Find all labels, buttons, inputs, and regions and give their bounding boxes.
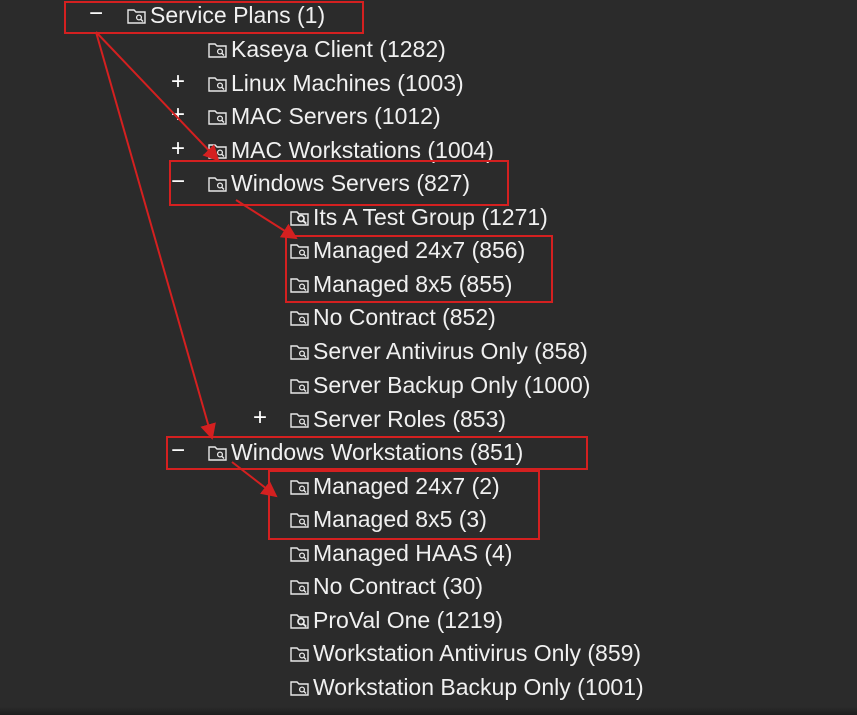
node-label: MAC Workstations (1004) (231, 137, 494, 163)
collapse-toggle[interactable]: − (86, 0, 106, 28)
folder-search-icon (290, 310, 310, 326)
folder-search-icon (290, 412, 310, 428)
node-label: Managed HAAS (4) (313, 540, 513, 566)
arrow-to-servers-managed (235, 199, 298, 240)
arrow-to-windows-servers (95, 31, 220, 162)
arrow-to-workstations-managed (231, 461, 278, 498)
tree-node-windows-workstations[interactable]: Windows Workstations (851) (208, 437, 523, 467)
folder-search-icon (290, 243, 310, 259)
collapse-toggle[interactable]: − (168, 437, 188, 465)
folder-magnify-icon (290, 613, 310, 629)
node-label: Managed 8x5 (3) (313, 506, 487, 532)
tree-node-managed-haas[interactable]: Managed HAAS (4) (290, 538, 512, 568)
tree-node-mac-workstations[interactable]: MAC Workstations (1004) (208, 135, 494, 165)
folder-search-icon (127, 8, 147, 24)
bottom-edge (0, 707, 857, 715)
tree-node-windows-servers[interactable]: Windows Servers (827) (208, 168, 470, 198)
node-label: Server Backup Only (1000) (313, 372, 591, 398)
tree-node-managed-8x5[interactable]: Managed 8x5 (855) (290, 269, 512, 299)
expand-toggle[interactable]: + (168, 135, 188, 163)
tree-node-its-a-test-group[interactable]: Its A Test Group (1271) (290, 202, 548, 232)
node-label: Service Plans (1) (150, 2, 326, 28)
folder-magnify-icon (290, 210, 310, 226)
node-label: ProVal One (1219) (313, 607, 504, 633)
folder-search-icon (290, 546, 310, 562)
node-label: Managed 24x7 (856) (313, 237, 526, 263)
tree-node-server-roles[interactable]: Server Roles (853) (290, 404, 506, 434)
tree-node-workstation-antivirus-only[interactable]: Workstation Antivirus Only (859) (290, 638, 641, 668)
folder-search-icon (208, 143, 228, 159)
tree-node-kaseya-client[interactable]: Kaseya Client (1282) (208, 34, 446, 64)
tree-node-linux-machines[interactable]: Linux Machines (1003) (208, 68, 464, 98)
node-label: Managed 24x7 (2) (313, 473, 500, 499)
folder-search-icon (290, 277, 310, 293)
folder-search-icon (290, 378, 310, 394)
folder-search-icon (290, 680, 310, 696)
node-label: Managed 8x5 (855) (313, 271, 513, 297)
folder-search-icon (290, 646, 310, 662)
tree-node-ws-managed-24x7[interactable]: Managed 24x7 (2) (290, 471, 500, 501)
expand-toggle[interactable]: + (250, 404, 270, 432)
tree-node-workstation-backup-only[interactable]: Workstation Backup Only (1001) (290, 672, 644, 702)
node-label: Server Antivirus Only (858) (313, 338, 588, 364)
node-label: Its A Test Group (1271) (313, 204, 548, 230)
tree-node-managed-24x7[interactable]: Managed 24x7 (856) (290, 235, 525, 265)
tree-node-proval-one[interactable]: ProVal One (1219) (290, 605, 503, 635)
node-label: Workstation Backup Only (1001) (313, 674, 644, 700)
folder-search-icon (290, 512, 310, 528)
node-label: MAC Servers (1012) (231, 103, 441, 129)
folder-search-icon (290, 344, 310, 360)
folder-search-icon (290, 479, 310, 495)
node-label: Linux Machines (1003) (231, 70, 464, 96)
arrow-to-windows-workstations (95, 31, 216, 440)
tree-node-mac-servers[interactable]: MAC Servers (1012) (208, 101, 441, 131)
collapse-toggle[interactable]: − (168, 168, 188, 196)
folder-search-icon (208, 445, 228, 461)
node-label: Windows Servers (827) (231, 170, 471, 196)
tree-node-ws-managed-8x5[interactable]: Managed 8x5 (3) (290, 504, 487, 534)
node-label: Windows Workstations (851) (231, 439, 524, 465)
service-plans-tree: − Service Plans (1) Kaseya Client (1282)… (0, 0, 857, 715)
folder-search-icon (208, 109, 228, 125)
tree-node-server-backup-only[interactable]: Server Backup Only (1000) (290, 370, 590, 400)
tree-node-no-contract[interactable]: No Contract (852) (290, 302, 496, 332)
tree-node-server-antivirus-only[interactable]: Server Antivirus Only (858) (290, 336, 588, 366)
folder-search-icon (208, 76, 228, 92)
folder-search-icon (208, 42, 228, 58)
node-label: Kaseya Client (1282) (231, 36, 446, 62)
node-label: No Contract (852) (313, 304, 496, 330)
node-label: Workstation Antivirus Only (859) (313, 640, 642, 666)
tree-node-service-plans[interactable]: Service Plans (1) (127, 0, 325, 30)
tree-node-ws-no-contract[interactable]: No Contract (30) (290, 571, 483, 601)
expand-toggle[interactable]: + (168, 101, 188, 129)
expand-toggle[interactable]: + (168, 68, 188, 96)
node-label: No Contract (30) (313, 573, 484, 599)
folder-search-icon (290, 579, 310, 595)
folder-search-icon (208, 176, 228, 192)
node-label: Server Roles (853) (313, 406, 507, 432)
